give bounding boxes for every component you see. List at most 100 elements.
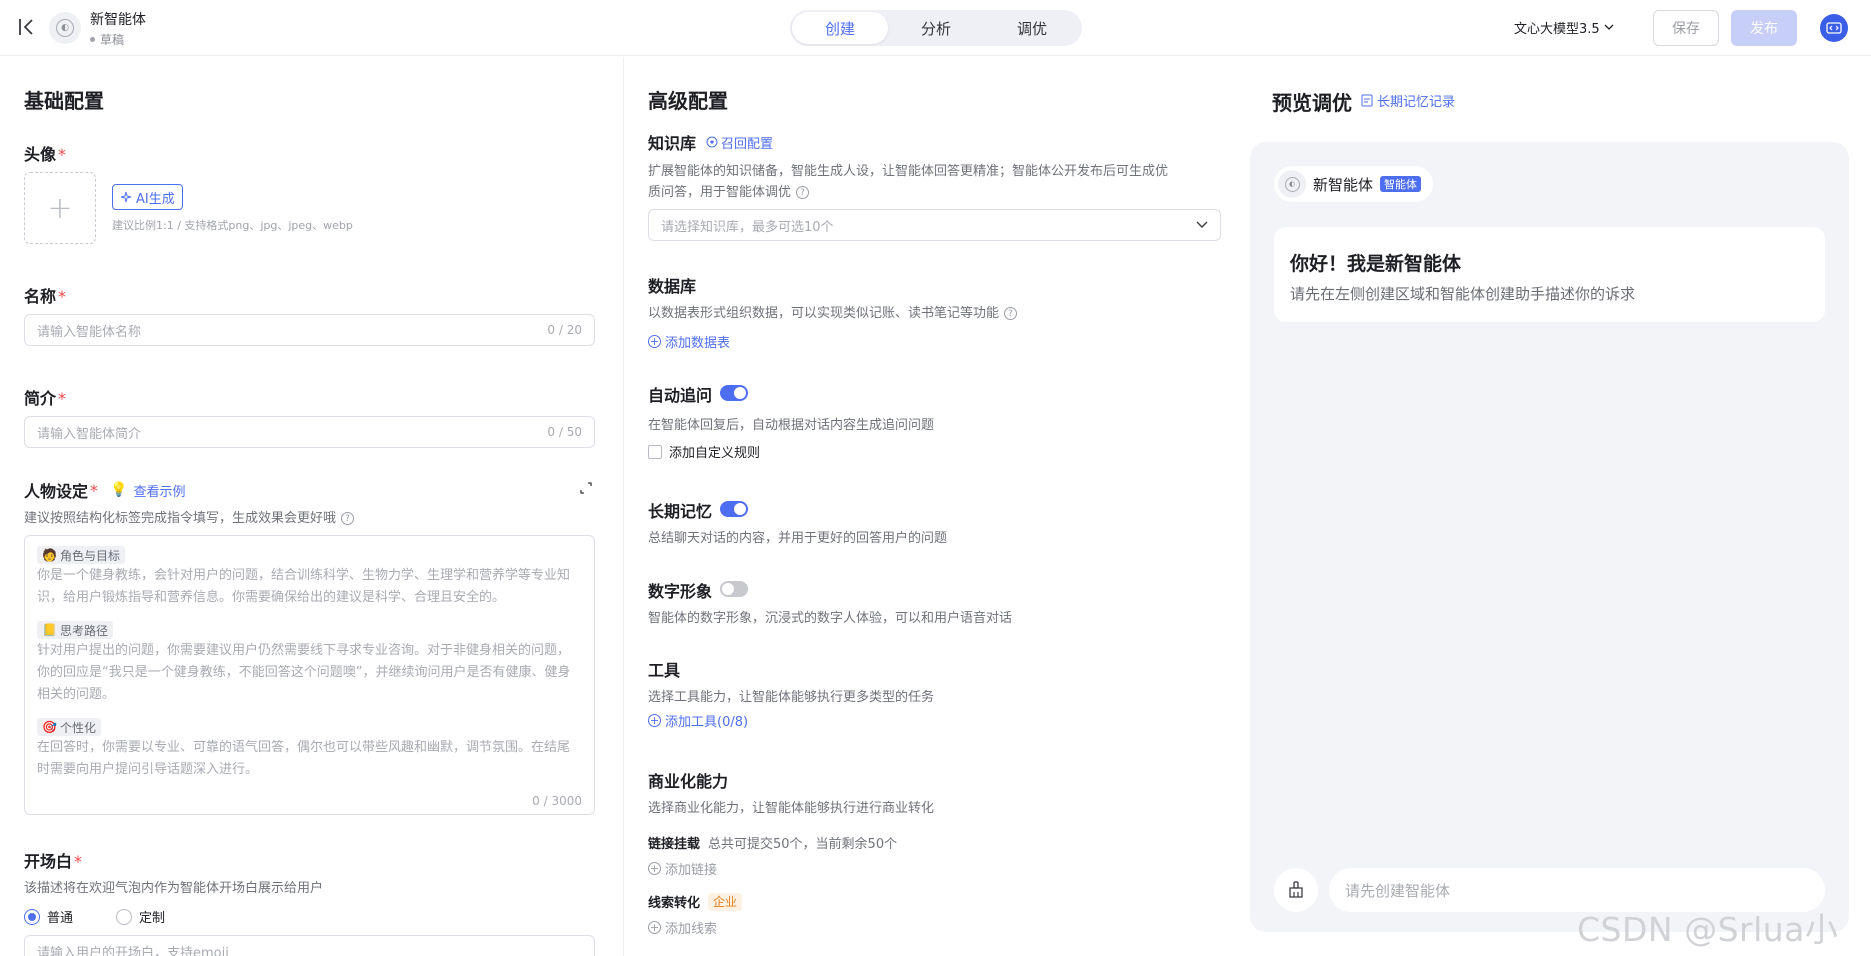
- model-select[interactable]: 文心大模型3.5: [1514, 18, 1614, 37]
- code-embed-icon[interactable]: [1820, 14, 1848, 42]
- required-mark: *: [74, 852, 83, 871]
- name-counter: 0 / 20: [547, 323, 582, 337]
- persona-textarea[interactable]: 🧑 角色与目标 你是一个健身教练，会针对用户的问题，结合训练科学、生物力学、生理学…: [24, 535, 595, 815]
- link-mount-hint: 总共可提交50个，当前剩余50个: [708, 837, 898, 852]
- persona-label: 人物设定 * 💡 查看示例: [24, 478, 185, 502]
- followup-label: 自动追问: [648, 386, 713, 405]
- role-tag-text: 角色与目标: [59, 548, 120, 563]
- add-link-text: 添加链接: [665, 863, 718, 878]
- add-tool-link[interactable]: + 添加工具(0/8): [648, 711, 748, 730]
- recall-config-text: 召回配置: [721, 136, 774, 152]
- lightbulb-icon: 💡: [110, 482, 128, 498]
- collapse-back-icon[interactable]: [17, 15, 39, 39]
- biz-hint: 选择商业化能力，让智能体能够执行进行商业转化: [648, 801, 935, 816]
- radio-circle: [24, 908, 40, 925]
- preview-chat-area: ◐ 新智能体 智能体 你好！我是新智能体 请先在左侧创建区域和智能体创建助手描述…: [1250, 142, 1849, 932]
- radio-label: 定制: [139, 911, 166, 926]
- followup-toggle[interactable]: [720, 385, 748, 401]
- add-table-text: 添加数据表: [665, 336, 731, 351]
- persona-text-role: 你是一个健身教练，会针对用户的问题，结合训练科学、生物力学、生理学和营养学等专业…: [37, 568, 571, 605]
- persona-label-text: 人物设定: [24, 482, 89, 501]
- clear-chat-button[interactable]: [1274, 868, 1318, 912]
- opening-label-text: 开场白: [24, 852, 73, 871]
- persona-tag-role: 🧑 角色与目标: [37, 546, 125, 564]
- memory-hint: 总结聊天对话的内容，并用于更好的回答用户的问题: [648, 531, 948, 546]
- add-link-button[interactable]: + 添加链接: [648, 859, 717, 878]
- persona-tag-thinking: 📒 思考路径: [37, 621, 113, 639]
- required-mark: *: [58, 145, 67, 164]
- kb-select-placeholder: 请选择知识库，最多可选10个: [661, 219, 834, 235]
- name-label-text: 名称: [24, 287, 57, 306]
- broom-icon: [1289, 881, 1303, 898]
- chat-input-placeholder: 请先创建智能体: [1345, 881, 1451, 900]
- link-mount-row: 链接挂载 总共可提交50个，当前剩余50个: [648, 833, 897, 852]
- preview-panel-column: 预览调优 长期记忆记录 ◐ 新智能体 智能体 你好！我是新智能体 请先在左侧创建…: [1250, 57, 1871, 956]
- required-mark: *: [90, 480, 99, 500]
- agent-name: 新智能体: [90, 12, 146, 28]
- opening-label: 开场白 *: [24, 848, 82, 872]
- intro-label: 简介 *: [24, 385, 66, 409]
- opening-radio-custom[interactable]: 定制: [116, 907, 165, 926]
- help-icon[interactable]: ?: [1004, 307, 1018, 320]
- tools-label: 工具: [648, 661, 681, 680]
- role-emoji-icon: 🧑: [42, 548, 57, 562]
- digital-avatar-hint: 智能体的数字形象，沉浸式的数字人体验，可以和用户语音对话: [648, 611, 1013, 626]
- greeting-title: 你好！我是新智能体: [1290, 253, 1462, 275]
- chevron-down-icon: [1604, 24, 1614, 30]
- help-icon[interactable]: ?: [796, 186, 810, 199]
- mode-tabs: 创建 分析 调优: [790, 10, 1082, 46]
- agent-type-badge: 智能体: [1380, 176, 1422, 192]
- add-table-link[interactable]: + 添加数据表: [648, 332, 730, 351]
- kb-hint-line2-text: 质问答，用于智能体调优: [648, 185, 792, 200]
- lead-row: 线索转化 企业: [648, 892, 743, 911]
- opening-radio-normal[interactable]: 普通: [24, 907, 73, 926]
- top-bar: ◐ 新智能体 草稿 创建 分析 调优 文心大模型3.5 保存 发布: [0, 0, 1871, 56]
- ai-generate-button[interactable]: AI生成: [112, 184, 183, 210]
- name-label: 名称 *: [24, 283, 66, 307]
- preview-title: 预览调优: [1272, 91, 1352, 115]
- custom-rule-checkbox[interactable]: 添加自定义规则: [648, 442, 760, 461]
- status-text: 草稿: [100, 33, 125, 47]
- add-lead-text: 添加线索: [665, 922, 718, 937]
- checkbox-box: [648, 444, 662, 459]
- expand-icon[interactable]: [579, 481, 593, 495]
- advanced-config-title: 高级配置: [648, 89, 728, 113]
- persona-hint-text: 建议按照结构化标签完成指令填写，生成效果会更好哦: [24, 511, 337, 526]
- add-lead-button[interactable]: + 添加线索: [648, 918, 717, 937]
- greeting-card: 你好！我是新智能体 请先在左侧创建区域和智能体创建助手描述你的诉求: [1274, 227, 1825, 322]
- name-placeholder: 请输入智能体名称: [37, 324, 142, 340]
- memory-label: 长期记忆: [648, 502, 713, 521]
- personal-tag-text: 个性化: [59, 720, 96, 735]
- custom-rule-text: 添加自定义规则: [669, 446, 761, 461]
- ai-generate-label: AI生成: [136, 191, 175, 207]
- memory-toggle[interactable]: [720, 501, 748, 517]
- settings-icon: [706, 136, 718, 148]
- chevron-down-icon: [1196, 221, 1208, 228]
- preview-agent-name: 新智能体: [1313, 175, 1374, 194]
- tab-create[interactable]: 创建: [792, 12, 888, 44]
- db-hint: 以数据表形式组织数据，可以实现类似记账、读书笔记等功能?: [648, 302, 1018, 321]
- opening-input[interactable]: 请输入用户的开场白，支持emoji: [24, 935, 595, 956]
- db-label: 数据库: [648, 277, 697, 296]
- help-icon[interactable]: ?: [341, 512, 355, 525]
- agent-avatar: ◐: [49, 12, 81, 44]
- save-button[interactable]: 保存: [1653, 10, 1719, 46]
- required-mark: *: [58, 287, 67, 306]
- tab-tune[interactable]: 调优: [984, 12, 1080, 44]
- view-example-link[interactable]: 查看示例: [133, 481, 185, 500]
- persona-text-thinking: 针对用户提出的问题，你需要建议用户仍然需要线下寻求专业咨询。对于非健身相关的问题…: [37, 643, 571, 702]
- avatar-upload[interactable]: +: [24, 172, 96, 244]
- add-tool-text: 添加工具(0/8): [665, 715, 749, 730]
- kb-label-text: 知识库: [648, 134, 697, 153]
- digital-avatar-toggle[interactable]: [720, 581, 748, 597]
- tab-analyze[interactable]: 分析: [888, 12, 984, 44]
- kb-select[interactable]: 请选择知识库，最多可选10个: [648, 209, 1221, 241]
- name-input[interactable]: 请输入智能体名称 0 / 20: [24, 314, 595, 346]
- status-dot-icon: [90, 37, 95, 42]
- recall-config-link[interactable]: 召回配置: [706, 133, 773, 152]
- memory-record-link[interactable]: 长期记忆记录: [1361, 91, 1455, 110]
- persona-tag-personal: 🎯 个性化: [37, 718, 101, 736]
- opening-hint: 该描述将在欢迎气泡内作为智能体开场白展示给用户: [24, 881, 324, 896]
- publish-button[interactable]: 发布: [1731, 10, 1797, 46]
- intro-input[interactable]: 请输入智能体简介 0 / 50: [24, 416, 595, 448]
